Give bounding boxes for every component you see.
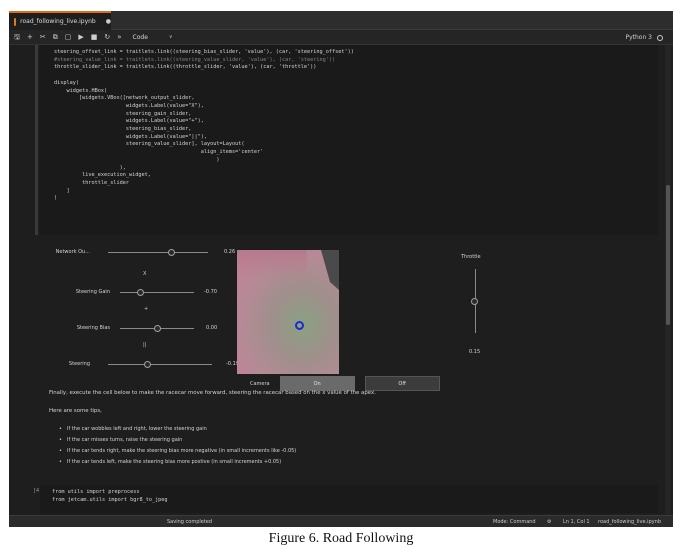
- slider-track[interactable]: [120, 288, 194, 296]
- scrollbar-thumb[interactable]: [666, 185, 670, 325]
- camera-toggle: Camera On Off: [250, 376, 440, 391]
- apex-marker: [295, 321, 304, 330]
- camera-feed-shadow: [321, 250, 339, 290]
- save-icon[interactable]: 🖫: [14, 30, 20, 45]
- notebook-toolbar: 🖫 + ✂ ⧉ ▢ ▶ ■ ↻ » Code ∨ Python 3: [9, 30, 673, 45]
- add-cell-icon[interactable]: +: [27, 30, 33, 45]
- slider-value: -0.70: [204, 289, 217, 295]
- code-line: from jetcam.utils import bgr8_to_jpeg: [52, 497, 168, 503]
- code-editor[interactable]: from utils import preprocess from jetcam…: [40, 485, 658, 504]
- tab-close-icon[interactable]: ●: [106, 18, 111, 25]
- notebook-window: road_following_live.ipynb ● 🖫 + ✂ ⧉ ▢ ▶ …: [9, 11, 673, 527]
- code-line: align_items='center': [54, 149, 264, 156]
- notebook-tab[interactable]: road_following_live.ipynb ●: [9, 11, 111, 30]
- status-filename: road_following_live.ipynb: [598, 519, 661, 525]
- slider-track[interactable]: [108, 360, 212, 368]
- run-icon[interactable]: ▶: [78, 30, 83, 45]
- slider-value: 0.26: [224, 249, 236, 255]
- camera-off-button[interactable]: Off: [364, 376, 440, 391]
- code-line: from utils import preprocess: [52, 489, 140, 495]
- tips-list: If the car wobbles left and right, lower…: [49, 426, 649, 465]
- markdown-cell[interactable]: Finally, execute the cell below to make …: [49, 390, 649, 470]
- multiply-label: X: [143, 271, 147, 277]
- camera-feed-shade: [237, 250, 307, 278]
- plus-label: +: [144, 306, 149, 312]
- code-line: throttle_slider: [54, 179, 129, 186]
- throttle-label: Throttle: [461, 254, 481, 260]
- camera-feed: [237, 250, 339, 374]
- tab-bar: road_following_live.ipynb ●: [9, 11, 673, 30]
- tips-heading: Here are some tips,: [49, 408, 102, 414]
- code-line: [widgets.VBox([network_output_slider,: [54, 95, 195, 102]
- code-cell[interactable]: from utils import preprocess from jetcam…: [40, 485, 658, 513]
- slider-thumb[interactable]: [167, 248, 175, 256]
- mode-indicator[interactable]: Mode: Command: [493, 516, 536, 527]
- gear-icon[interactable]: ⚙: [547, 516, 551, 527]
- widget-output: Network Ou... 0.26 X Steering Gain -0.70…: [40, 237, 658, 391]
- tab-title: road_following_live.ipynb: [20, 18, 96, 25]
- copy-icon[interactable]: ⧉: [53, 30, 58, 45]
- code-line: steering_bias_slider,: [54, 126, 192, 133]
- code-cell[interactable]: steering_offset_link = traitlets.link((s…: [40, 45, 658, 235]
- cursor-position[interactable]: Ln 1, Col 1: [563, 516, 590, 527]
- network-output-slider[interactable]: Network Ou... 0.26: [52, 248, 236, 256]
- code-line: steering_value_slider], layout=Layout(: [54, 141, 245, 148]
- list-item: If the car tends left, make the steering…: [59, 459, 649, 465]
- slider-label: Steering Bias: [76, 325, 110, 331]
- code-line: #steering_value_link = traitlets.link((s…: [54, 56, 336, 63]
- status-bar: Saving completed Mode: Command ⚙ Ln 1, C…: [9, 515, 673, 527]
- slider-value: 0.00: [206, 325, 218, 331]
- cut-icon[interactable]: ✂: [40, 30, 46, 45]
- list-item: If the car tends right, make the steerin…: [59, 448, 649, 454]
- camera-on-button[interactable]: On: [279, 376, 355, 391]
- code-line: widgets.HBox(: [54, 87, 108, 94]
- chevron-down-icon[interactable]: ∨: [169, 34, 173, 40]
- code-line: steering_offset_link = traitlets.link((s…: [54, 49, 354, 55]
- list-item: If the car wobbles left and right, lower…: [59, 426, 649, 432]
- figure-caption: Figure 6. Road Following: [268, 531, 414, 546]
- code-line: widgets.Label(value="||"),: [54, 133, 208, 140]
- code-line: ): [54, 195, 58, 202]
- cell-collapser[interactable]: [35, 45, 38, 235]
- throttle-thumb[interactable]: [471, 297, 478, 305]
- code-line: widgets.Label(value="X"),: [54, 102, 204, 109]
- camera-label: Camera: [250, 380, 270, 387]
- paste-icon[interactable]: ▢: [65, 30, 72, 45]
- slider-track[interactable]: [120, 324, 194, 332]
- code-line: steering_gain_slider,: [54, 110, 192, 117]
- stop-icon[interactable]: ■: [91, 30, 98, 45]
- steering-gain-slider[interactable]: Steering Gain -0.70: [52, 288, 217, 296]
- kernel-name: Python 3: [625, 34, 652, 41]
- list-item: If the car misses turns, raise the steer…: [59, 437, 649, 443]
- cell-type-select[interactable]: Code: [133, 34, 148, 41]
- code-line: ]: [54, 187, 70, 194]
- slider-thumb[interactable]: [137, 288, 145, 296]
- throttle-value: 0.15: [469, 349, 481, 355]
- code-line: widgets.Label(value="+"),: [54, 118, 204, 125]
- slider-label: Steering Gain: [75, 289, 110, 295]
- kernel-status-icon: [657, 34, 663, 41]
- code-editor[interactable]: steering_offset_link = traitlets.link((s…: [40, 45, 658, 203]
- steering-value-slider[interactable]: Steering -0.19: [52, 360, 239, 368]
- fast-forward-icon[interactable]: »: [117, 30, 121, 45]
- slider-label: Network Ou...: [55, 249, 90, 255]
- throttle-slider[interactable]: Throttle 0.15: [461, 249, 485, 359]
- code-line: live_execution_widget,: [54, 172, 151, 179]
- code-line: ): [54, 156, 220, 163]
- save-status: Saving completed: [167, 519, 213, 525]
- code-line: display(: [54, 79, 79, 86]
- kernel-indicator[interactable]: Python 3: [625, 30, 663, 45]
- code-line: ),: [54, 164, 126, 171]
- notebook-icon: [14, 17, 17, 26]
- slider-thumb[interactable]: [144, 360, 152, 368]
- scrollbar[interactable]: [665, 45, 671, 515]
- steering-bias-slider[interactable]: Steering Bias 0.00: [52, 324, 218, 332]
- instruction-paragraph: Finally, execute the cell below to make …: [49, 390, 376, 396]
- slider-track[interactable]: [108, 248, 208, 256]
- restart-icon[interactable]: ↻: [104, 30, 110, 45]
- code-line: throttle_slider_link = traitlets.link((t…: [54, 64, 317, 71]
- equals-label: ||: [143, 342, 147, 348]
- slider-thumb[interactable]: [153, 324, 161, 332]
- slider-label: Steering: [68, 361, 90, 367]
